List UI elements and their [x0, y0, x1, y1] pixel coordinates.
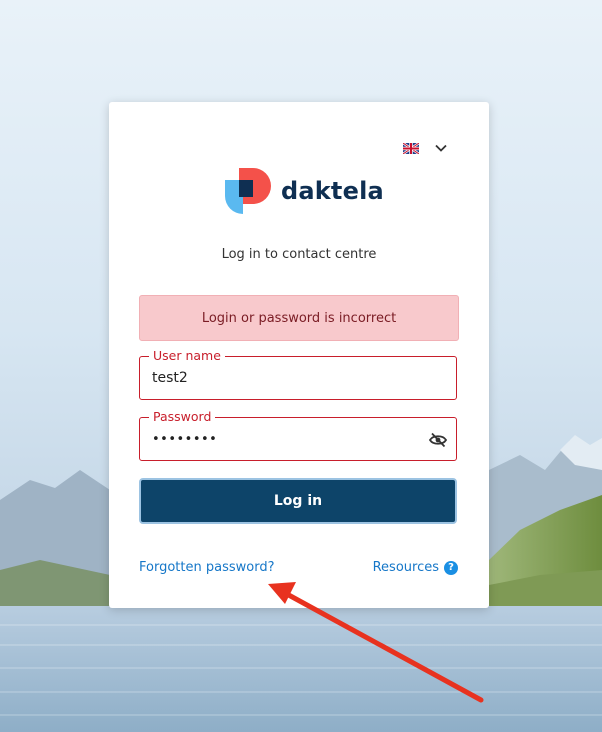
password-input[interactable]: •••••••• — [152, 431, 217, 449]
password-field[interactable]: Password •••••••• — [139, 409, 457, 461]
uk-flag-icon — [403, 142, 419, 154]
resources-label: Resources — [372, 560, 439, 575]
page-subtitle: Log in to contact centre — [221, 247, 377, 262]
brand-name: daktela — [281, 177, 384, 205]
login-button[interactable]: Log in — [139, 478, 457, 524]
username-field[interactable]: User name test2 — [139, 348, 457, 400]
username-input[interactable]: test2 — [152, 369, 188, 387]
login-card: daktela Log in to contact centre Login o… — [109, 102, 489, 608]
language-selector[interactable] — [403, 141, 447, 155]
chevron-down-icon — [435, 144, 447, 152]
daktela-logo-icon — [225, 168, 271, 214]
password-label: Password — [149, 409, 216, 425]
forgot-password-link[interactable]: Forgotten password? — [139, 560, 274, 575]
username-label: User name — [149, 348, 225, 364]
help-icon: ? — [444, 560, 458, 575]
error-alert: Login or password is incorrect — [139, 295, 459, 341]
eye-slash-icon[interactable] — [429, 432, 447, 448]
brand-logo: daktela — [223, 166, 384, 216]
resources-link[interactable]: Resources ? — [373, 560, 458, 575]
